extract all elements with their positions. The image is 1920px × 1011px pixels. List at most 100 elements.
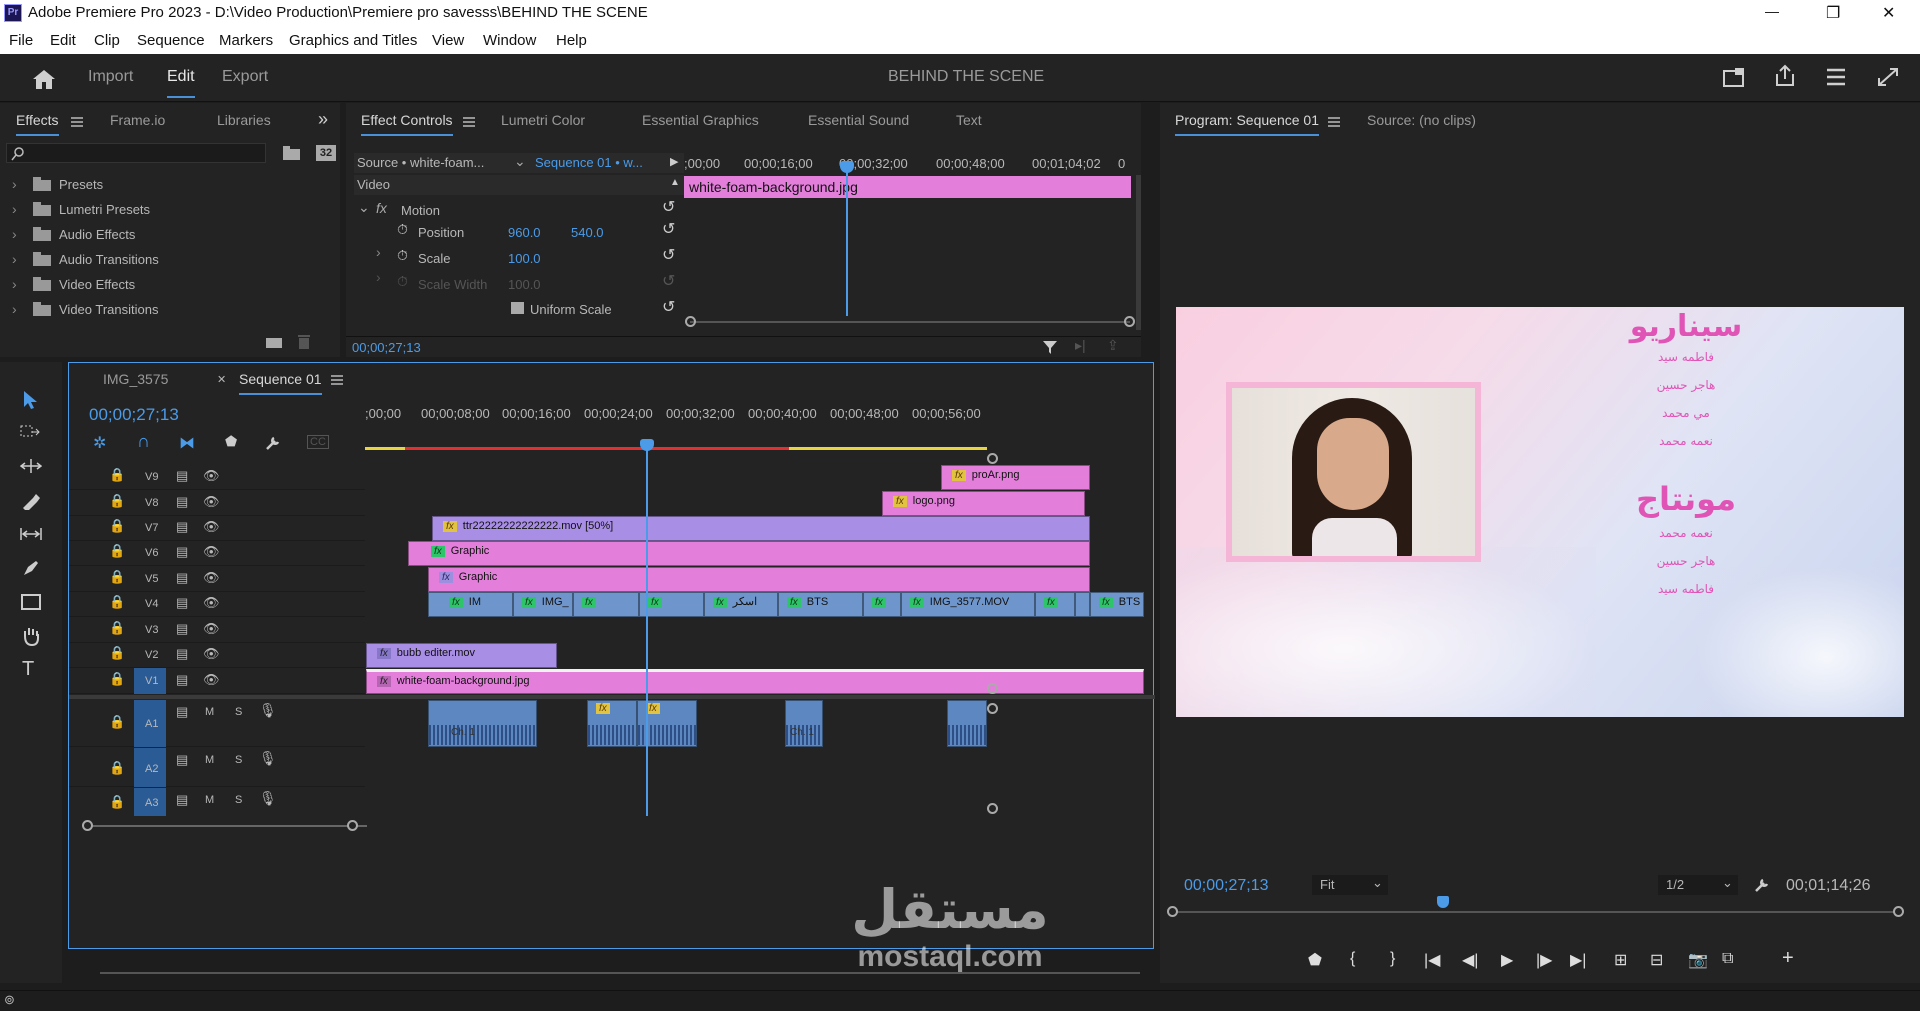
- overwrite-icon[interactable]: ⊟: [1650, 950, 1663, 970]
- sync-lock-icon[interactable]: ▤: [176, 752, 188, 768]
- clip-v4-7[interactable]: fx: [863, 592, 901, 617]
- eye-icon[interactable]: 👁: [203, 468, 220, 484]
- sync-lock-icon[interactable]: ▤: [176, 494, 188, 510]
- eye-icon[interactable]: 👁: [203, 570, 220, 586]
- track-select-tool-icon[interactable]: [20, 424, 40, 440]
- clip-v4-6[interactable]: fx BTS: [778, 592, 863, 617]
- panel-menu-icon[interactable]: [1328, 117, 1340, 127]
- sync-lock-icon[interactable]: ▤: [176, 792, 188, 808]
- step-forward-icon[interactable]: |▶: [1536, 950, 1552, 970]
- hand-tool-icon[interactable]: [21, 626, 41, 646]
- menu-graphics-titles[interactable]: Graphics and Titles: [289, 32, 417, 49]
- tab-effect-controls[interactable]: Effect Controls: [361, 112, 453, 136]
- audio-clip-5[interactable]: [947, 700, 987, 747]
- clip-v4-10[interactable]: [1075, 592, 1090, 617]
- program-timecode[interactable]: 00;00;27;13: [1184, 877, 1269, 895]
- track-label[interactable]: V3: [145, 624, 158, 636]
- linked-selection-icon[interactable]: ⧓: [179, 433, 195, 453]
- restore-button[interactable]: ❐: [1826, 3, 1840, 23]
- minimize-button[interactable]: —: [1765, 3, 1779, 19]
- chevron-right-icon[interactable]: ›: [12, 251, 17, 267]
- clip-v4-5[interactable]: fx اسكر: [704, 592, 778, 617]
- track-label[interactable]: V1: [145, 675, 158, 687]
- solo-button[interactable]: S: [235, 794, 242, 806]
- clip-v4-8[interactable]: fx IMG_3577.MOV: [901, 592, 1035, 617]
- clip-white-foam[interactable]: fx white-foam-background.jpg: [366, 669, 1144, 694]
- sync-lock-icon[interactable]: ▤: [176, 672, 188, 688]
- zoom-select[interactable]: Fit ⌄: [1312, 875, 1388, 895]
- menu-clip[interactable]: Clip: [94, 32, 120, 49]
- program-video-frame[interactable]: سيناريو فاطمه سيد هاجر حسين مي محمد نعمه…: [1176, 307, 1904, 717]
- scale-value[interactable]: 100.0: [508, 251, 541, 266]
- list-item[interactable]: › Video Transitions: [0, 298, 335, 323]
- effect-controls-playhead[interactable]: [846, 161, 848, 316]
- clip-v4-3[interactable]: fx: [573, 592, 639, 617]
- clip-ttr-mov[interactable]: fx ttr22222222222222.mov [50%]: [432, 516, 1090, 541]
- eye-icon[interactable]: 👁: [203, 621, 220, 637]
- tab-img-3575[interactable]: IMG_3575: [103, 371, 168, 387]
- sync-lock-icon[interactable]: ▤: [176, 595, 188, 611]
- menu-file[interactable]: File: [9, 32, 33, 49]
- lock-icon[interactable]: 🔒: [109, 518, 125, 534]
- snap-icon[interactable]: ∩: [137, 431, 150, 452]
- sequence-label[interactable]: Sequence 01 • w...: [535, 155, 643, 170]
- clip-v4-1[interactable]: fx IM: [428, 592, 513, 617]
- insert-icon[interactable]: ⊞: [1614, 950, 1627, 970]
- filter-icon[interactable]: [1043, 340, 1057, 354]
- menu-window[interactable]: Window: [483, 32, 536, 49]
- track-label[interactable]: V7: [145, 522, 158, 534]
- timeline-timecode[interactable]: 00;00;27;13: [89, 405, 179, 425]
- audio-clip-1[interactable]: Ch. 1: [428, 700, 537, 747]
- lock-icon[interactable]: 🔒: [109, 594, 125, 610]
- solo-button[interactable]: S: [235, 706, 242, 718]
- mute-button[interactable]: M: [205, 706, 214, 718]
- add-marker-icon[interactable]: ⬟: [1308, 950, 1322, 970]
- compare-view-icon[interactable]: ⧉: [1722, 950, 1733, 968]
- home-icon[interactable]: [31, 68, 57, 90]
- ruler-scroll-knob[interactable]: [987, 453, 998, 464]
- list-item[interactable]: › Video Effects: [0, 273, 335, 298]
- type-tool-icon[interactable]: T: [22, 658, 34, 681]
- share-icon[interactable]: [1773, 64, 1797, 88]
- clip-logo[interactable]: fx logo.png: [882, 491, 1085, 516]
- menu-edit[interactable]: Edit: [50, 32, 76, 49]
- timeline-ruler[interactable]: ;00;00 00;00;08;00 00;00;16;00 00;00;24;…: [365, 401, 991, 441]
- timeline-h-scroll-right[interactable]: [347, 820, 358, 831]
- uniform-scale-checkbox[interactable]: [511, 302, 524, 314]
- pen-tool-icon[interactable]: [21, 558, 41, 578]
- chevron-down-icon[interactable]: ⌄: [358, 199, 370, 216]
- go-to-out-icon[interactable]: ▶|: [1570, 950, 1586, 970]
- track-label[interactable]: V2: [145, 649, 158, 661]
- add-marker-icon[interactable]: ⬟: [225, 433, 237, 450]
- camera-icon[interactable]: 📷: [1688, 950, 1708, 970]
- eye-icon[interactable]: 👁: [203, 519, 220, 535]
- menu-markers[interactable]: Markers: [219, 32, 273, 49]
- nest-icon[interactable]: ✲: [93, 433, 106, 453]
- reset-icon[interactable]: ↺: [662, 297, 675, 317]
- lock-icon[interactable]: 🔒: [109, 467, 125, 483]
- mute-button[interactable]: M: [205, 794, 214, 806]
- list-item[interactable]: › Audio Effects: [0, 223, 335, 248]
- track-label[interactable]: V5: [145, 573, 158, 585]
- more-panels-icon[interactable]: »: [318, 109, 328, 130]
- ripple-edit-tool-icon[interactable]: [20, 458, 42, 474]
- step-back-icon[interactable]: ◀|: [1462, 950, 1478, 970]
- position-y-value[interactable]: 540.0: [571, 225, 604, 240]
- clip-v4-11[interactable]: fx BTS: [1090, 592, 1144, 617]
- play-triangle-icon[interactable]: ▶: [670, 155, 678, 168]
- rectangle-tool-icon[interactable]: [21, 594, 41, 610]
- eye-icon[interactable]: 👁: [203, 672, 220, 688]
- wrench-icon[interactable]: [1754, 877, 1770, 893]
- timeline-h-scroll-left[interactable]: [82, 820, 93, 831]
- fullscreen-icon[interactable]: [1876, 66, 1900, 88]
- solo-button[interactable]: S: [235, 754, 242, 766]
- new-bin-icon[interactable]: [282, 145, 302, 161]
- bin-count-badge[interactable]: 32: [316, 145, 336, 161]
- track-label[interactable]: A2: [145, 763, 158, 775]
- clip-v4-2[interactable]: fx IMG_: [513, 592, 573, 617]
- eye-icon[interactable]: 👁: [203, 595, 220, 611]
- eye-icon[interactable]: 👁: [203, 646, 220, 662]
- panel-menu-icon[interactable]: [331, 375, 343, 385]
- tab-import[interactable]: Import: [88, 68, 133, 86]
- ec-scroll-handle-right[interactable]: [1124, 316, 1135, 327]
